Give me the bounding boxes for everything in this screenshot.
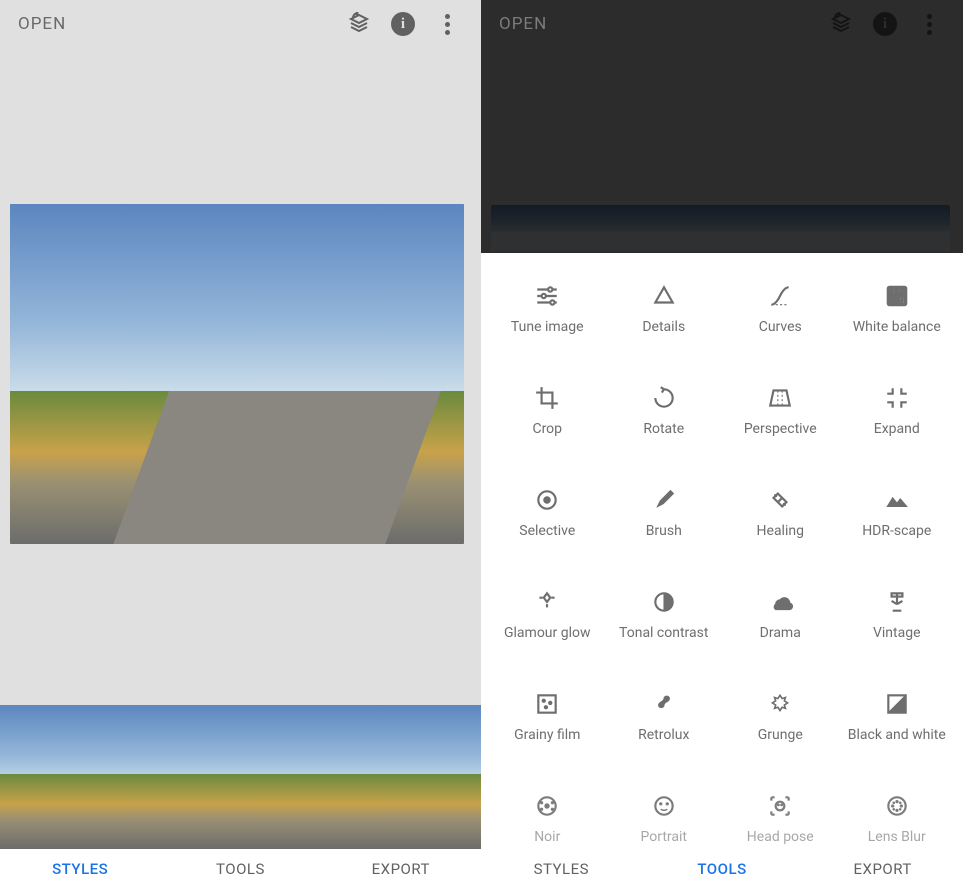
tool-label: Tune image [511,319,584,337]
tools-pane: OPEN i Tune image Details Curves White bala… [481,0,963,889]
tune-icon [534,279,560,313]
toolbar: OPEN i [481,0,963,48]
info-icon[interactable]: i [863,2,907,46]
main-image-dimmed [491,205,950,251]
tool-white-balance[interactable]: White balance [839,279,956,381]
tab-tools[interactable]: TOOLS [642,849,803,889]
grunge-icon [767,687,793,721]
noir-icon [534,789,560,823]
tool-label: Tonal contrast [619,625,708,643]
tool-black-and-white[interactable]: Black and white [839,687,956,789]
tool-drama[interactable]: Drama [722,585,839,687]
tool-label: Portrait [641,829,687,847]
undo-layers-icon[interactable] [819,2,863,46]
tool-grainy-film[interactable]: Grainy film [489,687,606,789]
tool-vintage[interactable]: Vintage [839,585,956,687]
tool-tune-image[interactable]: Tune image [489,279,606,381]
expand-icon [884,381,910,415]
tool-label: Curves [759,319,802,337]
tool-label: Black and white [848,727,946,745]
drama-icon [767,585,793,619]
tool-label: Details [642,319,685,337]
tool-label: Expand [874,421,920,439]
wb-icon [884,279,910,313]
tab-export[interactable]: EXPORT [321,849,481,889]
portrait-icon [651,789,677,823]
tool-label: Noir [534,829,560,847]
info-icon[interactable]: i [381,2,425,46]
tool-label: Selective [519,523,575,541]
more-menu-icon[interactable] [907,2,951,46]
brush-icon [651,483,677,517]
tool-hdr-scape[interactable]: HDR-scape [839,483,956,585]
tab-export[interactable]: EXPORT [802,849,963,889]
open-button[interactable]: OPEN [12,14,66,34]
more-menu-icon[interactable] [425,2,469,46]
tab-tools[interactable]: TOOLS [160,849,320,889]
rotate-icon [651,381,677,415]
tool-label: Crop [532,421,562,439]
tab-styles[interactable]: STYLES [0,849,160,889]
tool-label: HDR-scape [862,523,931,541]
main-image[interactable] [10,204,464,544]
tool-head-pose[interactable]: Head pose [722,789,839,849]
styles-pane: OPEN i Portrait Smooth Pop [0,0,481,889]
tool-crop[interactable]: Crop [489,381,606,483]
tool-curves[interactable]: Curves [722,279,839,381]
tool-healing[interactable]: Healing [722,483,839,585]
tool-label: Rotate [643,421,684,439]
crop-icon [534,381,560,415]
tool-lens-blur[interactable]: Lens Blur [839,789,956,849]
undo-layers-icon[interactable] [337,2,381,46]
tool-label: Healing [757,523,804,541]
grainy-icon [534,687,560,721]
tool-label: Brush [646,523,682,541]
tool-label: Drama [760,625,801,643]
tool-label: Grainy film [514,727,580,745]
tool-label: Vintage [873,625,921,643]
headpose-icon [767,789,793,823]
tool-glamour-glow[interactable]: Glamour glow [489,585,606,687]
bottom-tabs: STYLES TOOLS EXPORT [0,849,481,889]
tool-retrolux[interactable]: Retrolux [606,687,723,789]
glamour-icon [534,585,560,619]
tool-rotate[interactable]: Rotate [606,381,723,483]
tool-label: Glamour glow [504,625,591,643]
vintage-icon [884,585,910,619]
tool-label: Head pose [747,829,814,847]
tool-label: Lens Blur [868,829,926,847]
tool-noir[interactable]: Noir [489,789,606,849]
tool-label: Retrolux [638,727,689,745]
bottom-tabs: STYLES TOOLS EXPORT [481,849,963,889]
bw-icon [884,687,910,721]
details-icon [651,279,677,313]
tonal-icon [651,585,677,619]
lensblur-icon [884,789,910,823]
toolbar: OPEN i [0,0,481,48]
tool-label: Perspective [744,421,817,439]
perspective-icon [767,381,793,415]
tool-expand[interactable]: Expand [839,381,956,483]
tool-label: Grunge [758,727,803,745]
tool-tonal-contrast[interactable]: Tonal contrast [606,585,723,687]
tools-sheet: Tune image Details Curves White balance Crop… [481,253,963,849]
curves-icon [767,279,793,313]
tool-details[interactable]: Details [606,279,723,381]
tab-styles[interactable]: STYLES [481,849,642,889]
retrolux-icon [651,687,677,721]
tool-selective[interactable]: Selective [489,483,606,585]
tool-grunge[interactable]: Grunge [722,687,839,789]
open-button[interactable]: OPEN [493,14,547,34]
healing-icon [767,483,793,517]
tool-perspective[interactable]: Perspective [722,381,839,483]
tool-brush[interactable]: Brush [606,483,723,585]
hdr-icon [884,483,910,517]
selective-icon [534,483,560,517]
tool-portrait[interactable]: Portrait [606,789,723,849]
tool-label: White balance [853,319,941,337]
styles-strip[interactable]: Portrait Smooth Pop Accentuate Faded Glo… [0,705,481,849]
